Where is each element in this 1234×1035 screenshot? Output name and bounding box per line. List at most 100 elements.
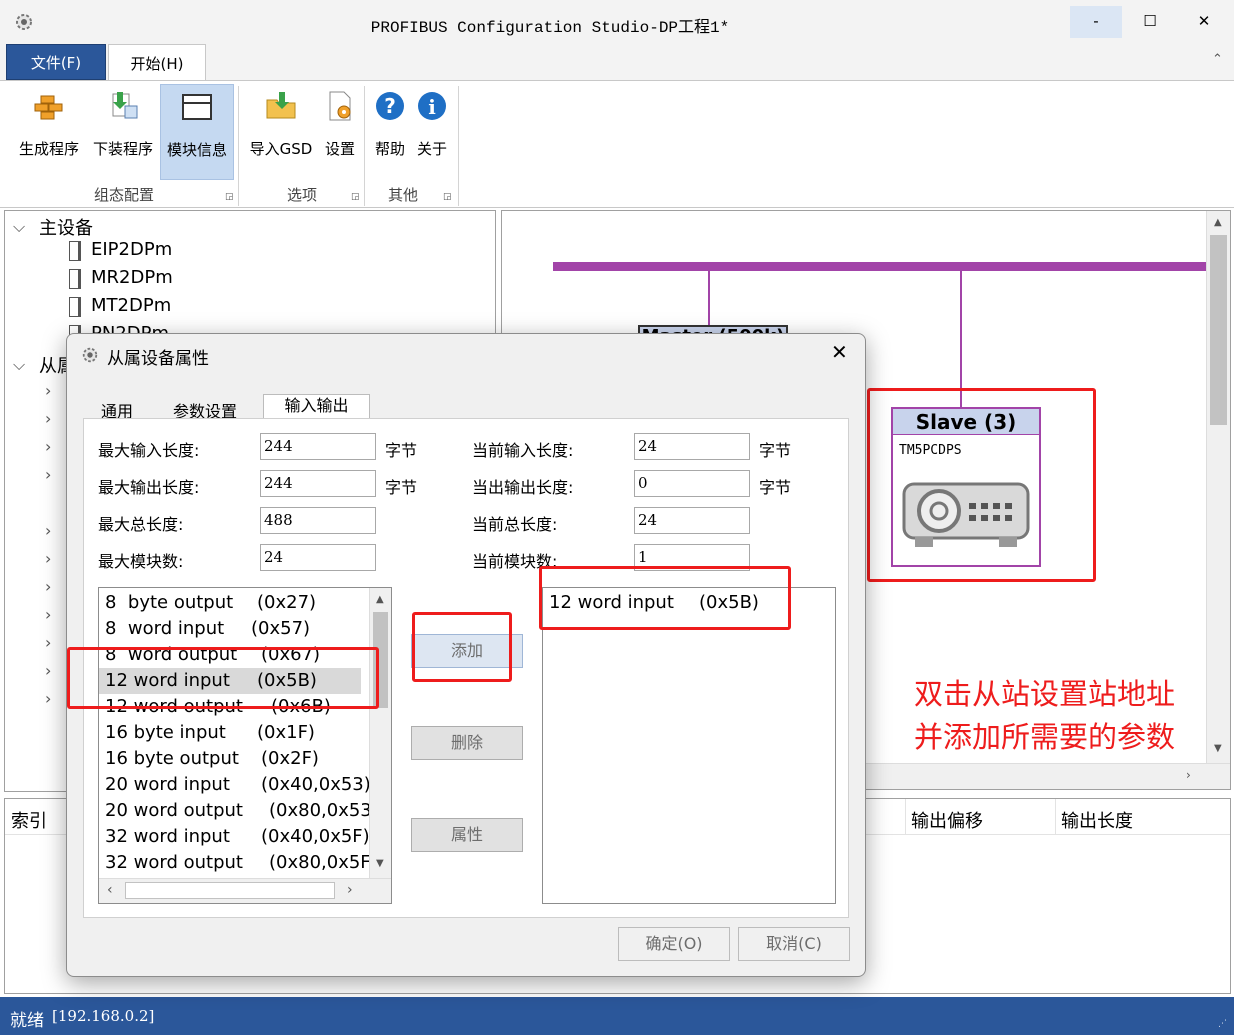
help-button[interactable]: ? 帮助 — [370, 84, 410, 180]
delete-button[interactable]: 删除 — [411, 726, 523, 760]
current-input-field[interactable]: 24 — [634, 433, 750, 460]
max-modules-field[interactable]: 24 — [260, 544, 376, 571]
master-connector — [708, 271, 710, 327]
dialog-gear-icon — [82, 347, 98, 363]
scroll-down-icon[interactable]: ▼ — [1214, 743, 1222, 754]
slave-properties-dialog: 从属设备属性 ✕ 通用 参数设置 输入输出 最大输入长度: 244 字节 最大输… — [66, 333, 866, 977]
max-total-field[interactable]: 488 — [260, 507, 376, 534]
module-list-item[interactable]: 16 byte output (0x2F) — [105, 746, 367, 772]
chevron-right-icon[interactable]: › — [45, 465, 51, 484]
resize-grip-icon[interactable]: ⋰ — [1218, 1019, 1227, 1029]
chevron-down-icon[interactable]: ⌵ — [13, 355, 25, 375]
status-text: 就绪 — [10, 1011, 44, 1031]
tab-start[interactable]: 开始(H) — [108, 44, 206, 81]
settings-label: 设置 — [324, 140, 355, 158]
window-title: PROFIBUS Configuration Studio-DP工程1* — [370, 19, 730, 37]
current-output-label: 当出输出长度: — [472, 478, 574, 497]
max-output-field[interactable]: 244 — [260, 470, 376, 497]
module-code: (0x2F) — [261, 748, 319, 769]
available-modules-list[interactable]: 8 byte output (0x27) 8 word input (0x57) 8 w… — [98, 587, 392, 904]
unit-label: 字节 — [759, 441, 792, 460]
about-button[interactable]: i 关于 — [412, 84, 452, 180]
generate-program-button[interactable]: 生成程序 — [14, 84, 84, 180]
list-vertical-scrollbar[interactable]: ▲ ▼ — [369, 588, 391, 878]
chevron-right-icon[interactable]: › — [45, 437, 51, 456]
module-list-item[interactable]: 20 word input (0x40,0x53) — [105, 772, 369, 798]
window-icon — [182, 94, 212, 120]
slave-highlight-box — [867, 388, 1096, 582]
scroll-up-icon[interactable]: ▲ — [1214, 217, 1222, 228]
scrollbar-thumb[interactable] — [125, 882, 335, 899]
scrollbar-thumb[interactable] — [1210, 235, 1227, 425]
import-gsd-button[interactable]: 导入GSD — [244, 84, 318, 180]
tree-item-label: MT2DPm — [91, 295, 172, 316]
module-list-body: 8 byte output (0x27) 8 word input (0x57) 8 w… — [99, 588, 369, 878]
scroll-right-icon[interactable]: › — [347, 882, 353, 898]
chevron-right-icon[interactable]: › — [45, 605, 51, 624]
module-code: (0x40,0x5F) — [261, 826, 369, 847]
group-launcher-icon[interactable]: ◲ — [351, 192, 360, 202]
group-separator — [238, 86, 239, 206]
minimize-button[interactable]: - — [1070, 6, 1122, 38]
properties-button[interactable]: 属性 — [411, 818, 523, 852]
group-launcher-icon[interactable]: ◲ — [225, 192, 234, 202]
maximize-button[interactable]: ☐ — [1124, 6, 1176, 38]
list-horizontal-scrollbar[interactable]: ‹ › — [99, 878, 391, 903]
vertical-scrollbar[interactable]: ▲ ▼ — [1206, 211, 1230, 763]
download-program-button[interactable]: 下装程序 — [88, 84, 158, 180]
module-list-item[interactable]: 20 word output (0x80,0x53) — [105, 798, 369, 824]
module-code: (0x80,0x53) — [269, 800, 369, 821]
module-name: 16 byte output — [105, 748, 239, 769]
scroll-down-icon[interactable]: ▼ — [376, 858, 384, 869]
ribbon-collapse-icon[interactable]: ⌃ — [1212, 52, 1223, 67]
current-total-field[interactable]: 24 — [634, 507, 750, 534]
module-list-item[interactable]: 32 word output (0x80,0x5F) — [105, 850, 369, 876]
scroll-left-icon[interactable]: ‹ — [107, 882, 113, 898]
module-info-button[interactable]: 模块信息 — [160, 84, 234, 180]
current-input-label: 当前输入长度: — [472, 441, 574, 460]
current-output-field[interactable]: 0 — [634, 470, 750, 497]
module-name: 16 byte input — [105, 722, 226, 743]
tree-master-label[interactable]: 主设备 — [39, 214, 93, 240]
download-icon — [112, 92, 138, 119]
chevron-right-icon[interactable]: › — [45, 549, 51, 568]
group-separator — [458, 86, 459, 206]
dialog-close-button[interactable]: ✕ — [831, 340, 848, 364]
close-button[interactable]: ✕ — [1178, 6, 1230, 38]
module-name: 32 word output — [105, 852, 243, 873]
module-list-item[interactable]: 8 byte output (0x27) — [105, 590, 367, 616]
selected-list-body: 12 word input (0x5B) — [543, 588, 835, 903]
group-other-label: 其他 — [387, 186, 418, 204]
module-list-item[interactable]: 32 word input (0x40,0x5F) — [105, 824, 369, 850]
chevron-right-icon[interactable]: › — [45, 661, 51, 680]
selected-modules-list[interactable]: 12 word input (0x5B) — [542, 587, 836, 904]
chevron-right-icon[interactable]: › — [45, 577, 51, 596]
cancel-button[interactable]: 取消(C) — [738, 927, 850, 961]
module-code: (0x57) — [251, 618, 311, 639]
module-info-label: 模块信息 — [166, 141, 227, 159]
svg-text:i: i — [428, 95, 436, 119]
module-list-item[interactable]: 8 word input (0x57) — [105, 616, 367, 642]
chevron-down-icon[interactable]: ⌵ — [13, 217, 25, 237]
chevron-right-icon[interactable]: › — [45, 381, 51, 400]
scroll-right-icon[interactable]: › — [1186, 768, 1191, 782]
ok-button[interactable]: 确定(O) — [618, 927, 730, 961]
tab-io[interactable]: 输入输出 — [263, 394, 370, 420]
settings-button[interactable]: 设置 — [320, 84, 360, 180]
max-input-field[interactable]: 244 — [260, 433, 376, 460]
tab-file[interactable]: 文件(F) — [6, 44, 106, 80]
chevron-right-icon[interactable]: › — [45, 633, 51, 652]
column-index[interactable]: 索引 — [11, 807, 47, 833]
max-modules-label: 最大模块数: — [98, 552, 184, 571]
chevron-right-icon[interactable]: › — [45, 521, 51, 540]
column-output-offset[interactable]: 输出偏移 — [911, 807, 983, 833]
group-launcher-icon[interactable]: ◲ — [443, 192, 452, 202]
annotation-line1: 双击从站设置站地址 — [914, 677, 1176, 711]
tree-item-label: EIP2DPm — [91, 239, 173, 260]
module-list-item[interactable]: 16 byte input (0x1F) — [105, 720, 367, 746]
column-output-length[interactable]: 输出长度 — [1061, 807, 1133, 833]
scroll-up-icon[interactable]: ▲ — [376, 594, 384, 605]
chevron-right-icon[interactable]: › — [45, 409, 51, 428]
status-ip: [192.168.0.2] — [52, 1007, 155, 1025]
chevron-right-icon[interactable]: › — [45, 689, 51, 708]
